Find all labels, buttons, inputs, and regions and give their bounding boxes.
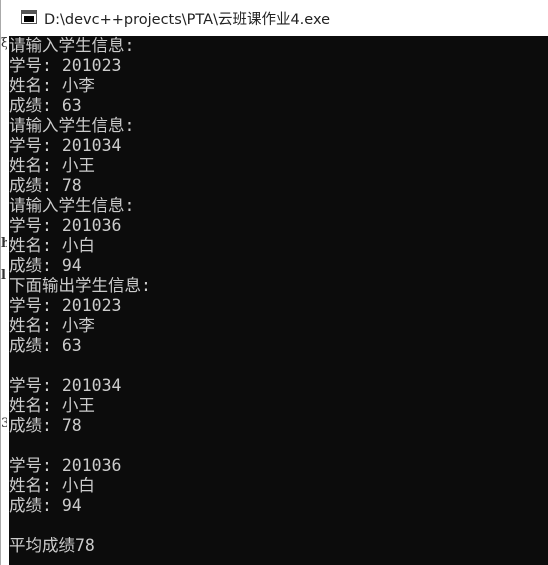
console-line: 学号: 201023 bbox=[9, 56, 122, 75]
console-line: 平均成绩78 bbox=[9, 536, 95, 555]
console-line: 成绩: 78 bbox=[9, 416, 82, 435]
console-line: 请输入学生信息: bbox=[9, 196, 135, 215]
console-line: 下面输出学生信息: bbox=[9, 276, 151, 295]
console-line: 成绩: 63 bbox=[9, 96, 82, 115]
console-line: 学号: 201036 bbox=[9, 456, 122, 475]
console-line: 学号: 201034 bbox=[9, 136, 122, 155]
console-line: 学号: 201036 bbox=[9, 216, 122, 235]
console-line: 成绩: 63 bbox=[9, 336, 82, 355]
console-line: 姓名: 小李 bbox=[9, 316, 95, 335]
console-line: 姓名: 小白 bbox=[9, 476, 95, 495]
console-window: D:\devc++projects\PTA\云班课作业4.exe ξ h l 3… bbox=[0, 0, 548, 565]
console-window-icon[interactable] bbox=[21, 10, 37, 24]
console-line: 请输入学生信息: bbox=[9, 36, 135, 55]
console-line: 成绩: 94 bbox=[9, 496, 82, 515]
console-line: 学号: 201034 bbox=[9, 376, 122, 395]
console-line: 成绩: 94 bbox=[9, 256, 82, 275]
console-line: 姓名: 小李 bbox=[9, 76, 95, 95]
console-line: 请输入学生信息: bbox=[9, 116, 135, 135]
console-line: 成绩: 78 bbox=[9, 176, 82, 195]
background-window-edge: ξ h l 3 bbox=[1, 36, 9, 565]
console-line: 姓名: 小王 bbox=[9, 156, 95, 175]
console-line: 姓名: 小白 bbox=[9, 236, 95, 255]
window-title: D:\devc++projects\PTA\云班课作业4.exe bbox=[44, 12, 331, 28]
console-output-area[interactable]: 请输入学生信息: 学号: 201023 姓名: 小李 成绩: 63 请输入学生信… bbox=[9, 36, 548, 565]
console-line: 姓名: 小王 bbox=[9, 396, 95, 415]
console-line: 学号: 201023 bbox=[9, 296, 122, 315]
console-output-lines: 请输入学生信息: 学号: 201023 姓名: 小李 成绩: 63 请输入学生信… bbox=[9, 36, 151, 556]
title-bar[interactable]: D:\devc++projects\PTA\云班课作业4.exe bbox=[1, 0, 548, 36]
